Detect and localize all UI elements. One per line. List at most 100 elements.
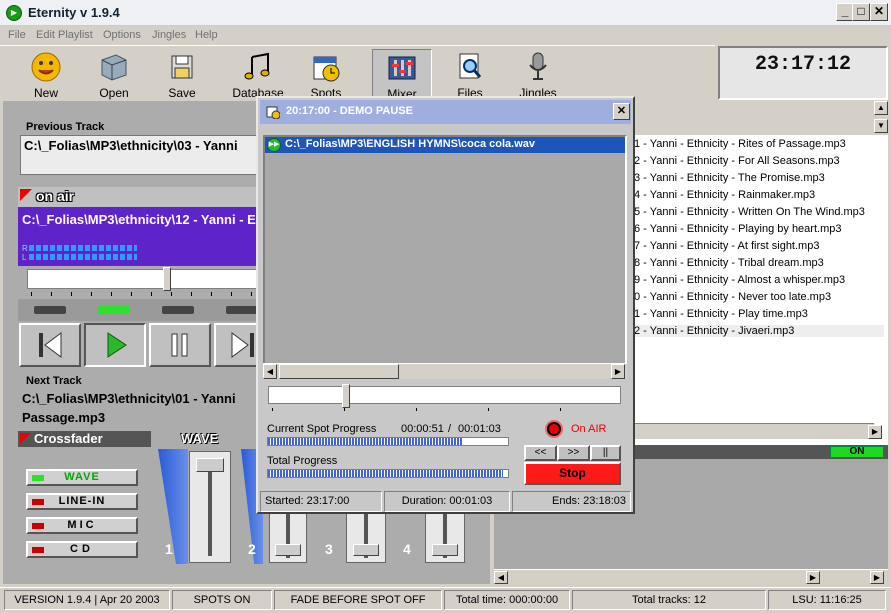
stop-button[interactable]: Stop bbox=[524, 462, 621, 485]
vu-meter-right bbox=[29, 245, 137, 251]
on-indicator: ON bbox=[830, 446, 884, 458]
save-button[interactable]: Save bbox=[152, 49, 212, 101]
skip-back-icon bbox=[39, 332, 62, 358]
total-progress bbox=[267, 469, 509, 478]
current-spot-label: Current Spot Progress bbox=[267, 423, 377, 435]
bottom-hscroll[interactable] bbox=[494, 569, 888, 584]
playlist-vscroll[interactable]: ▲ ▼ bbox=[874, 101, 888, 135]
position-slider-thumb[interactable] bbox=[163, 267, 171, 291]
playlist-item[interactable]: 7 - Yanni - Ethnicity - At first sight.m… bbox=[634, 240, 819, 252]
time-separator: / bbox=[448, 423, 452, 435]
save-disk-icon bbox=[171, 55, 193, 79]
wave-header: WAVE bbox=[181, 431, 219, 446]
spots-button[interactable]: Spots bbox=[296, 49, 356, 101]
source-line-in-button[interactable]: LINE-IN bbox=[26, 493, 138, 510]
playlist-item[interactable]: 1 - Yanni - Ethnicity - Play time.mp3 bbox=[634, 308, 808, 320]
total-progress-label: Total Progress bbox=[267, 455, 338, 467]
calendar-clock-icon bbox=[313, 56, 340, 82]
scroll-down-arrow[interactable]: ▼ bbox=[874, 119, 888, 133]
source-wave-button[interactable]: WAVE bbox=[26, 469, 138, 486]
playlist-item[interactable]: 9 - Yanni - Ethnicity - Almost a whisper… bbox=[634, 274, 845, 286]
status-bar: VERSION 1.9.4 | Apr 20 2003 SPOTS ON FAD… bbox=[0, 587, 891, 611]
fader-4-number: 4 bbox=[403, 541, 411, 557]
fader-3-knob[interactable] bbox=[353, 544, 379, 556]
playlist-item[interactable]: 8 - Yanni - Ethnicity - Tribal dream.mp3 bbox=[634, 257, 824, 269]
menu-jingles[interactable]: Jingles bbox=[152, 29, 186, 41]
previous-track-button[interactable] bbox=[19, 323, 81, 367]
status-leds bbox=[18, 299, 268, 321]
fader-2-track[interactable] bbox=[269, 509, 307, 563]
playlist-item[interactable]: 2 - Yanni - Ethnicity - For All Seasons.… bbox=[634, 155, 840, 167]
next-track-path: C:\_Folias\MP3\ethnicity\01 - Yanni bbox=[22, 391, 236, 406]
microphone-icon bbox=[529, 52, 547, 80]
playlist-item[interactable]: 1 - Yanni - Ethnicity - Rites of Passage… bbox=[634, 138, 846, 150]
playlist-item[interactable]: 4 - Yanni - Ethnicity - Rainmaker.mp3 bbox=[634, 189, 815, 201]
close-button[interactable]: ✕ bbox=[870, 3, 888, 21]
menu-edit-playlist[interactable]: Edit Playlist bbox=[36, 29, 93, 41]
spot-slider-thumb[interactable] bbox=[342, 384, 350, 408]
status-lsu: LSU: 11:16:25 bbox=[768, 590, 886, 610]
scroll-right-arrow-3[interactable]: ▶ bbox=[870, 571, 884, 584]
status-fade: FADE BEFORE SPOT OFF bbox=[274, 590, 442, 610]
music-notes-icon bbox=[244, 52, 270, 80]
playlist-item[interactable]: 0 - Yanni - Ethnicity - Never too late.m… bbox=[634, 291, 831, 303]
scroll-left-arrow[interactable]: ◀ bbox=[494, 571, 508, 584]
dialog-close-button[interactable]: ✕ bbox=[613, 103, 630, 120]
scroll-right-arrow-2[interactable]: ▶ bbox=[806, 571, 820, 584]
new-button[interactable]: New bbox=[16, 49, 76, 101]
play-circle-icon: ▶▶ bbox=[267, 138, 281, 152]
spot-position-slider[interactable] bbox=[268, 386, 621, 404]
previous-track-label: Previous Track bbox=[26, 121, 105, 133]
spot-list-hscroll[interactable]: ◀ ▶ bbox=[263, 363, 627, 379]
pause-icon bbox=[171, 333, 188, 357]
pause-button[interactable] bbox=[149, 323, 211, 367]
scroll-right-arrow[interactable]: ▶ bbox=[868, 425, 882, 439]
fader-4-track[interactable] bbox=[425, 509, 465, 563]
spot-dialog: 20:17:00 - DEMO PAUSE ✕ ▶▶ C:\_Folias\MP… bbox=[256, 96, 635, 514]
menu-help[interactable]: Help bbox=[195, 29, 218, 41]
playlist-item[interactable]: 6 - Yanni - Ethnicity - Playing by heart… bbox=[634, 223, 841, 235]
ends-time: Ends: 23:18:03 bbox=[512, 491, 631, 512]
open-folder-icon bbox=[101, 54, 127, 81]
window-title: Eternity v 1.9.4 bbox=[28, 5, 120, 20]
position-slider[interactable] bbox=[27, 269, 267, 289]
toolbar: New Open Save Database Spots Mixer Files… bbox=[0, 45, 715, 101]
fader-1-knob[interactable] bbox=[196, 458, 224, 472]
hscroll-thumb[interactable] bbox=[279, 364, 399, 379]
database-button[interactable]: Database bbox=[228, 49, 288, 101]
current-spot-progress bbox=[267, 437, 509, 446]
crossfader-header: Crossfader bbox=[18, 431, 151, 447]
fader-1-track[interactable] bbox=[189, 451, 231, 563]
fast-forward-button[interactable]: >> bbox=[557, 445, 590, 461]
led-2 bbox=[98, 306, 130, 314]
spot-list-item[interactable]: ▶▶ C:\_Folias\MP3\ENGLISH HYMNS\coca col… bbox=[265, 137, 625, 153]
fader-4-knob[interactable] bbox=[432, 544, 458, 556]
jingles-button[interactable]: Jingles bbox=[508, 49, 568, 101]
playlist-item[interactable]: 3 - Yanni - Ethnicity - The Promise.mp3 bbox=[634, 172, 825, 184]
open-button[interactable]: Open bbox=[84, 49, 144, 101]
menu-file[interactable]: File bbox=[8, 29, 26, 41]
meter-l-label: L bbox=[22, 253, 27, 262]
fader-2-knob[interactable] bbox=[275, 544, 301, 556]
menu-options[interactable]: Options bbox=[103, 29, 141, 41]
play-button[interactable] bbox=[84, 323, 146, 367]
led-1 bbox=[34, 306, 66, 314]
calendar-clock-icon bbox=[266, 106, 280, 119]
maximize-button[interactable]: □ bbox=[852, 3, 870, 21]
playlist-item[interactable]: 5 - Yanni - Ethnicity - Written On The W… bbox=[634, 206, 865, 218]
play-icon bbox=[107, 332, 127, 358]
rewind-button[interactable]: << bbox=[524, 445, 557, 461]
files-button[interactable]: Files bbox=[440, 49, 500, 101]
source-cd-button[interactable]: CD bbox=[26, 541, 138, 558]
mixer-icon bbox=[388, 56, 416, 80]
mixer-button[interactable]: Mixer bbox=[372, 49, 432, 101]
dialog-title-bar: 20:17:00 - DEMO PAUSE ✕ bbox=[260, 100, 631, 124]
on-air-light-icon bbox=[547, 422, 561, 436]
scroll-up-arrow[interactable]: ▲ bbox=[874, 101, 888, 115]
source-mic-button[interactable]: MIC bbox=[26, 517, 138, 534]
dialog-title: 20:17:00 - DEMO PAUSE bbox=[286, 105, 413, 117]
dialog-pause-button[interactable]: || bbox=[590, 445, 621, 461]
fader-3-track[interactable] bbox=[346, 509, 386, 563]
started-time: Started: 23:17:00 bbox=[260, 491, 382, 512]
led-4 bbox=[226, 306, 258, 314]
